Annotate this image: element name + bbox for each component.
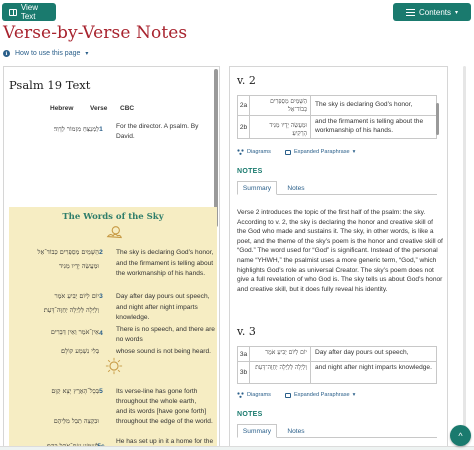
hebrew-line: יוֹם לְיוֹם יַבִּיעַ אֹמֶר — [250, 347, 311, 361]
cbc-text: Day after day pours out speech, — [116, 293, 210, 300]
verse-table-row: 3b וְלַיְלָה לְּלַיְלָה יְחַוֶּה־דָּעַת׃… — [238, 362, 436, 383]
how-to-use-label: How to use this page — [15, 50, 81, 57]
english-line: The sky is declaring God’s honor, — [315, 101, 413, 108]
hebrew-text: הַשָּׁמַיִם מְסַפְּרִים כְּבוֹד־אֵל — [37, 248, 99, 256]
cbc-text: For the director. A psalm. By David. — [116, 123, 199, 140]
section-title: The Words of the Sky — [62, 212, 164, 222]
header-cbc: CBC — [120, 105, 135, 112]
cbc-text: The sky is declaring God’s honor, — [116, 249, 214, 256]
summary-text: Verse 2 introduces the topic of the firs… — [237, 209, 443, 293]
view-text-button[interactable]: View Text — [2, 3, 56, 21]
external-link-icon — [284, 392, 291, 398]
verse-links: Diagrams Expanded Paraphrase ▾ — [237, 149, 355, 155]
notes-label: NOTES — [237, 168, 263, 175]
diagram-icon — [237, 392, 244, 398]
cbc-text: and the firmament is telling about the w… — [116, 260, 214, 277]
hebrew-line: וּמַעֲשֵׂה יָדָיו מַגִּיד הָרָקִיעַ׃ — [250, 116, 311, 138]
verse-number[interactable]: 3 — [94, 292, 108, 302]
tab-summary[interactable]: Summary — [237, 424, 277, 438]
page-title: Verse-by-Verse Notes — [3, 23, 188, 43]
hebrew-text: וּבִקְצֵה תֵבֵל מִלֵּיהֶם — [53, 417, 99, 425]
verse-heading: v. 2 — [237, 74, 256, 87]
hebrew-text: וְלַיְלָה לְּלַיְלָה יְחַוֶּה־דָּעַת׃ — [43, 306, 99, 314]
verse-number[interactable]: 5 — [94, 387, 108, 397]
header-hebrew: Hebrew — [50, 105, 74, 112]
hebrew-line: הַשָּׁמַיִם מְסַפְּרִים כְּבוֹד־אֵל — [250, 96, 311, 115]
view-text-label: View Text — [20, 3, 39, 21]
english-line: Day after day pours out speech, — [315, 349, 409, 356]
page-scrollbar[interactable] — [463, 66, 466, 446]
tab-notes[interactable]: Notes — [283, 424, 309, 438]
panel-title: Psalm 19 Text — [9, 78, 91, 92]
cbc-text: whose sound is not being heard. — [116, 348, 211, 355]
verse-number[interactable]: 1 — [94, 125, 108, 135]
table-scrollbar[interactable] — [436, 103, 439, 135]
diagrams-link[interactable]: Diagrams — [247, 149, 271, 155]
chevron-down-icon: ▾ — [455, 9, 459, 16]
psalm-text-panel: Psalm 19 Text Hebrew Verse CBC לַמְנַצֵּ… — [3, 66, 220, 450]
verse-heading: v. 3 — [237, 325, 256, 338]
hebrew-line: וְלַיְלָה לְּלַיְלָה יְחַוֶּה־דָּעַת׃ — [250, 362, 311, 383]
cbc-text: Its verse-line has gone forth throughout… — [116, 388, 198, 405]
line-number: 2b — [238, 116, 250, 138]
expanded-paraphrase-link[interactable]: Expanded Paraphrase — [294, 149, 350, 155]
hebrew-text: בְּלִי נִשְׁמָע קוֹלָם׃ — [61, 347, 99, 355]
notes-tabs: Summary Notes — [237, 181, 437, 195]
contents-label: Contents — [418, 7, 451, 17]
english-line: and the firmament is telling about the w… — [315, 118, 424, 134]
notes-panel: v. 2 2a הַשָּׁמַיִם מְסַפְּרִים כְּבוֹד־… — [229, 66, 448, 450]
hebrew-text: וּמַעֲשֵׂה יָדָיו מַגִּיד — [58, 262, 99, 270]
left-scrollbar[interactable] — [214, 69, 218, 227]
verse-number[interactable]: 2 — [94, 248, 108, 258]
how-to-use-link[interactable]: i How to use this page ▾ — [3, 50, 88, 57]
english-line: and night after night imparts knowledge. — [315, 364, 432, 371]
cbc-text: and night after night imparts knowledge. — [116, 304, 198, 321]
tab-summary[interactable]: Summary — [237, 181, 277, 195]
sun-emblem-icon — [105, 357, 123, 375]
chevron-down-icon: ▾ — [85, 51, 89, 57]
info-icon: i — [3, 50, 10, 57]
list-icon — [405, 8, 415, 16]
verse-table: 2a הַשָּׁמַיִם מְסַפְּרִים כְּבוֹד־אֵל T… — [237, 95, 437, 139]
external-link-icon — [284, 149, 291, 155]
header-verse: Verse — [90, 105, 108, 112]
view-text-icon — [9, 8, 17, 16]
notes-tabs: Summary Notes — [237, 424, 437, 438]
bottom-edge — [0, 446, 474, 450]
line-number: 3a — [238, 347, 250, 361]
cbc-text: There is no speech, and there are no wor… — [116, 326, 215, 343]
diagrams-link[interactable]: Diagrams — [247, 392, 271, 398]
verse-table: 3a יוֹם לְיוֹם יַבִּיעַ אֹמֶר Day after … — [237, 346, 437, 384]
back-to-top-button[interactable]: ^ — [450, 425, 471, 446]
line-number: 2a — [238, 96, 250, 115]
diagram-icon — [237, 149, 244, 155]
contents-button[interactable]: Contents ▾ — [393, 3, 471, 21]
hebrew-text: לַמְנַצֵּחַ מִזְמוֹר לְדָוִד׃ — [54, 125, 99, 133]
line-number: 3b — [238, 362, 250, 383]
arrow-up-icon: ^ — [458, 430, 463, 441]
tab-notes[interactable]: Notes — [283, 181, 309, 195]
verse-table-row: 3a יוֹם לְיוֹם יַבִּיעַ אֹמֶר Day after … — [238, 347, 436, 362]
expanded-paraphrase-link[interactable]: Expanded Paraphrase — [294, 392, 350, 398]
chevron-down-icon: ▾ — [352, 392, 356, 398]
cbc-text: and its words [have gone forth] througho… — [116, 408, 213, 425]
verse-links: Diagrams Expanded Paraphrase ▾ — [237, 392, 355, 398]
hebrew-text: אֵין־אֹמֶר וְאֵין דְּבָרִים — [50, 328, 99, 336]
notes-label: NOTES — [237, 411, 263, 418]
sky-emblem-icon — [106, 226, 122, 239]
verse-table-row: 2b וּמַעֲשֵׂה יָדָיו מַגִּיד הָרָקִיעַ׃ … — [238, 116, 436, 138]
hebrew-text: יוֹם לְיוֹם יַבִּיעַ אֹמֶר — [54, 292, 100, 300]
verse-number[interactable]: 4 — [94, 329, 108, 339]
verse-table-row: 2a הַשָּׁמַיִם מְסַפְּרִים כְּבוֹד־אֵל T… — [238, 96, 436, 116]
chevron-down-icon: ▾ — [352, 149, 356, 155]
hebrew-text: בְּכָל־הָאָרֶץ יָצָא קַוָּם — [51, 387, 99, 395]
